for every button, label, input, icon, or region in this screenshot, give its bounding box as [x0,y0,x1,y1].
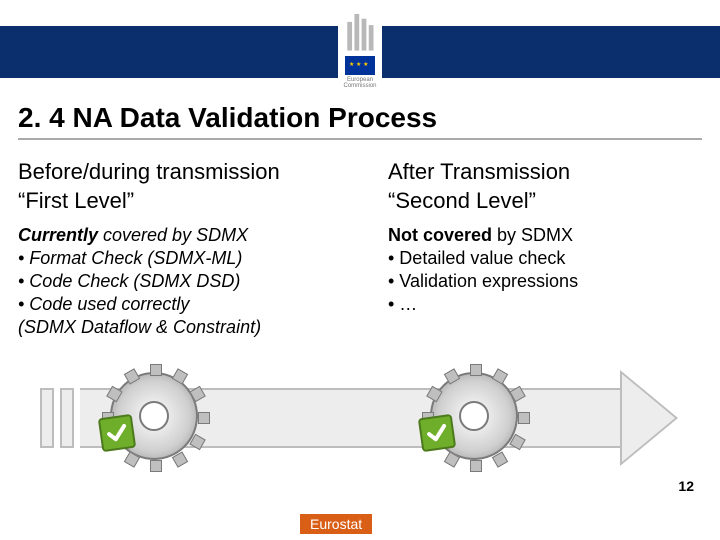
logo-org-name: European Commission [343,77,376,90]
ec-logo: European Commission [338,6,382,90]
left-bullet-1: • Format Check (SDMX-ML) [18,248,388,269]
logo-org-bot: Commission [343,83,376,89]
eu-flag-icon [345,56,375,75]
content-columns: Before/during transmission “First Level”… [18,158,702,338]
right-column: After Transmission “Second Level” Not co… [388,158,688,338]
progress-bar-segment [60,388,74,448]
left-intro-strong: Currently [18,225,98,245]
right-heading-l2: “Second Level” [388,188,536,213]
right-intro: Not covered by SDMX [388,225,688,246]
page-number: 12 [678,478,694,494]
right-bullet-2: • Validation expressions [388,271,688,292]
right-heading: After Transmission “Second Level” [388,158,688,215]
ec-pillars-icon [344,6,376,54]
left-bullet-3: • Code used correctly [18,294,388,315]
right-intro-strong: Not covered [388,225,492,245]
logo-org-top: European [347,77,373,83]
progress-bar-segment [40,388,54,448]
left-intro-rest: covered by SDMX [98,225,248,245]
checkmark-badge-icon [418,414,456,452]
right-heading-l1: After Transmission [388,159,570,184]
right-intro-rest: by SDMX [492,225,573,245]
checkmark-badge-icon [98,414,136,452]
process-arrow-head-icon [620,370,678,466]
footer-brand: Eurostat [300,514,372,534]
left-heading-l1: Before/during transmission [18,159,280,184]
right-bullet-3: • … [388,294,688,315]
left-column: Before/during transmission “First Level”… [18,158,388,338]
slide-title: 2. 4 NA Data Validation Process [18,102,702,140]
left-heading-l2: “First Level” [18,188,134,213]
right-bullet-1: • Detailed value check [388,248,688,269]
left-heading: Before/during transmission “First Level” [18,158,388,215]
left-bullet-2: • Code Check (SDMX DSD) [18,271,388,292]
left-intro: Currently covered by SDMX [18,225,388,246]
left-bullet-4: (SDMX Dataflow & Constraint) [18,317,388,338]
